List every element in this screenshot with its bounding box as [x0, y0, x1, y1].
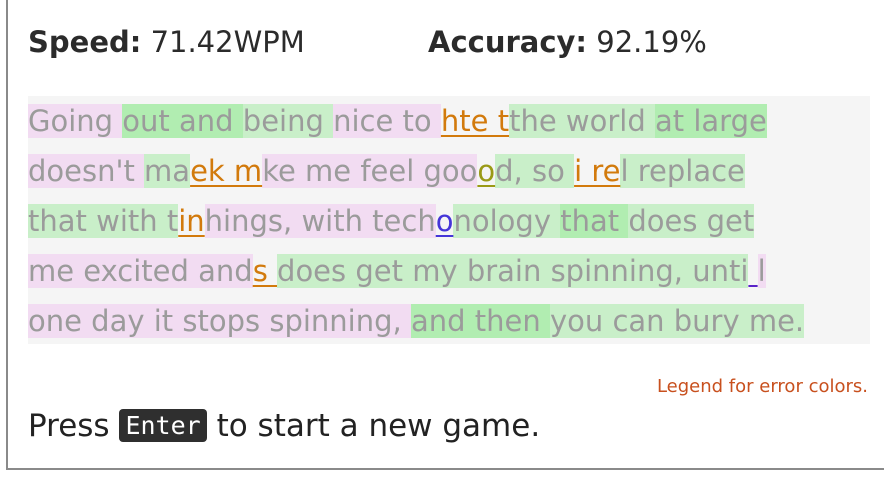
transposition-error: s [252, 254, 278, 288]
passage-segment: nice to [333, 104, 441, 138]
accuracy-label: Accuracy: [428, 25, 588, 59]
passage-segment: does get my brain spinning, unti [277, 254, 749, 288]
passage-segment: l [757, 254, 766, 288]
passage-segment: at large [654, 104, 767, 138]
new-game-prompt: Press Enter to start a new game. [28, 408, 540, 444]
passage-segment: that [560, 204, 629, 238]
passage-segment: l replace [620, 154, 745, 188]
enter-key-badge: Enter [119, 409, 207, 442]
passage-segment: the world [509, 104, 655, 138]
passage-segment: hings, with tech [204, 204, 436, 238]
accuracy-value: 92.19% [596, 25, 707, 59]
wrong-char-error: o [477, 154, 496, 188]
speed-stat: Speed: 71.42WPM [28, 25, 305, 59]
passage-segment: ke me feel goo [262, 154, 478, 188]
passage-segment: that with t [28, 204, 179, 238]
prompt-text-before: Press [28, 408, 120, 444]
passage-segment: doesn't [28, 154, 145, 188]
passage-line: Going out and being nice to hte tthe wor… [28, 96, 870, 146]
passage-segment: out and [122, 104, 243, 138]
passage-line: me excited ands does get my brain spinni… [28, 246, 870, 296]
typed-passage: Going out and being nice to hte tthe wor… [28, 96, 870, 344]
error-legend-link[interactable]: Legend for error colors. [657, 376, 868, 397]
transposition-error: hte t [440, 104, 510, 138]
missing-char-error [748, 254, 757, 288]
passage-segment: nology [453, 204, 561, 238]
extra-char-error: o [435, 204, 454, 238]
speed-value: 71.42WPM [150, 25, 305, 59]
passage-line: doesn't maek mke me feel goood, so i rel… [28, 146, 870, 196]
transposition-error: i re [574, 154, 621, 188]
accuracy-stat: Accuracy: 92.19% [428, 25, 707, 59]
passage-segment: d, so [495, 154, 575, 188]
speed-label: Speed: [28, 25, 142, 59]
passage-segment: ma [144, 154, 191, 188]
prompt-text-after: to start a new game. [206, 408, 541, 444]
passage-segment: you can bury me. [549, 304, 805, 338]
passage-segment: being [242, 104, 334, 138]
passage-segment: me excited and [28, 254, 253, 288]
passage-line: one day it stops spinning, and then you … [28, 296, 870, 346]
passage-segment: one day it stops spinning, [28, 304, 411, 338]
transposition-error: in [178, 204, 205, 238]
passage-segment: Going [28, 104, 123, 138]
stats-bar: Speed: 71.42WPM Accuracy: 92.19% [28, 25, 874, 65]
passage-segment: does get [628, 204, 755, 238]
transposition-error: ek m [190, 154, 263, 188]
passage-line: that with tinhings, with techonology tha… [28, 196, 870, 246]
passage-segment: and then [410, 304, 550, 338]
